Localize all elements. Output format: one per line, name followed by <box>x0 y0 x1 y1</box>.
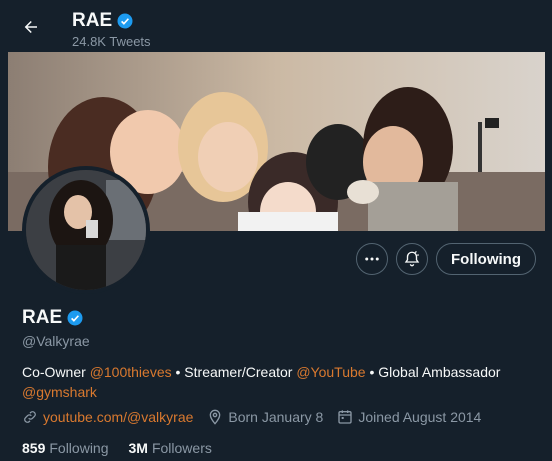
back-arrow-icon <box>24 21 37 33</box>
profile-meta: youtube.com/@valkyrae Born January 8 Joi… <box>22 409 481 425</box>
profile-actions: Following <box>356 243 536 275</box>
profile-header: RAE 24.8K Tweets <box>0 0 552 52</box>
more-button[interactable] <box>356 243 389 275</box>
calendar-icon <box>338 410 353 424</box>
tweet-count: 24.8K Tweets <box>72 34 151 49</box>
followers-count-link[interactable]: 3M Followers <box>129 440 212 456</box>
notifications-button[interactable] <box>396 243 429 275</box>
following-label: Following <box>49 440 109 456</box>
header-title: RAE <box>72 10 134 32</box>
verified-badge-icon <box>117 13 133 29</box>
profile-name-text: RAE <box>22 307 63 328</box>
website-link[interactable]: youtube.com/@valkyrae <box>43 409 193 425</box>
follow-counts: 859 Following 3M Followers <box>22 440 212 456</box>
website-item: youtube.com/@valkyrae <box>22 409 193 425</box>
bio-text-1: Co-Owner <box>22 364 90 380</box>
following-button[interactable]: Following <box>436 243 536 275</box>
followers-count: 3M <box>128 440 148 456</box>
link-icon <box>24 411 36 423</box>
following-count-link[interactable]: 859 Following <box>22 440 109 456</box>
mention-gymshark[interactable]: @gymshark <box>22 384 97 400</box>
notification-bell-icon <box>404 251 420 267</box>
verified-badge-icon <box>67 310 83 326</box>
joined-text: Joined August 2014 <box>358 409 482 425</box>
back-button[interactable] <box>17 13 45 41</box>
following-count: 859 <box>22 440 46 456</box>
mention-youtube[interactable]: @YouTube <box>296 364 365 380</box>
avatar-image <box>26 170 146 290</box>
header-name-text: RAE <box>72 10 113 31</box>
profile-handle: @Valkyrae <box>22 333 90 349</box>
birthday-text: Born January 8 <box>228 409 324 425</box>
profile-avatar[interactable] <box>22 166 150 294</box>
joined-item: Joined August 2014 <box>337 409 481 425</box>
followers-label: Followers <box>151 440 212 456</box>
mention-100thieves[interactable]: @100thieves <box>90 364 172 380</box>
profile-bio: Co-Owner @100thieves • Streamer/Creator … <box>22 362 532 402</box>
bio-text-3: • Global Ambassador <box>365 364 501 380</box>
bio-text-2: • Streamer/Creator <box>171 364 297 380</box>
profile-name: RAE <box>22 307 84 329</box>
more-icon <box>365 257 379 261</box>
location-pin-icon <box>210 409 221 425</box>
birthday-item: Born January 8 <box>207 409 323 425</box>
